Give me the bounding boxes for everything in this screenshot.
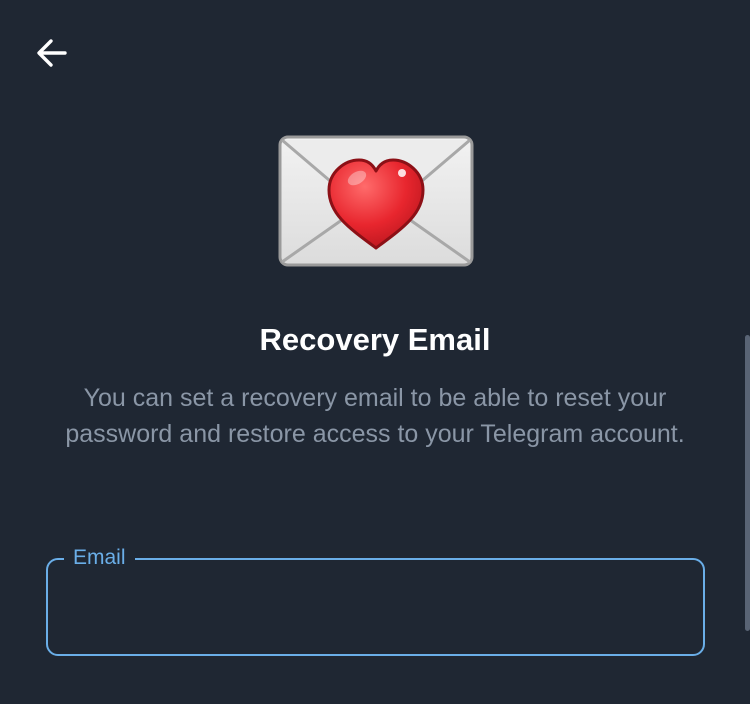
email-input[interactable] [68, 582, 682, 634]
page-title: Recovery Email [259, 322, 491, 357]
description-text: You can set a recovery email to be able … [65, 384, 685, 448]
arrow-left-icon [37, 39, 67, 67]
envelope-with-heart-icon [278, 135, 474, 267]
scrollbar[interactable] [745, 335, 750, 631]
back-button[interactable] [26, 30, 78, 76]
envelope-illustration [277, 134, 475, 268]
email-field-label: Email [64, 545, 135, 571]
email-field[interactable]: Email [46, 545, 705, 656]
